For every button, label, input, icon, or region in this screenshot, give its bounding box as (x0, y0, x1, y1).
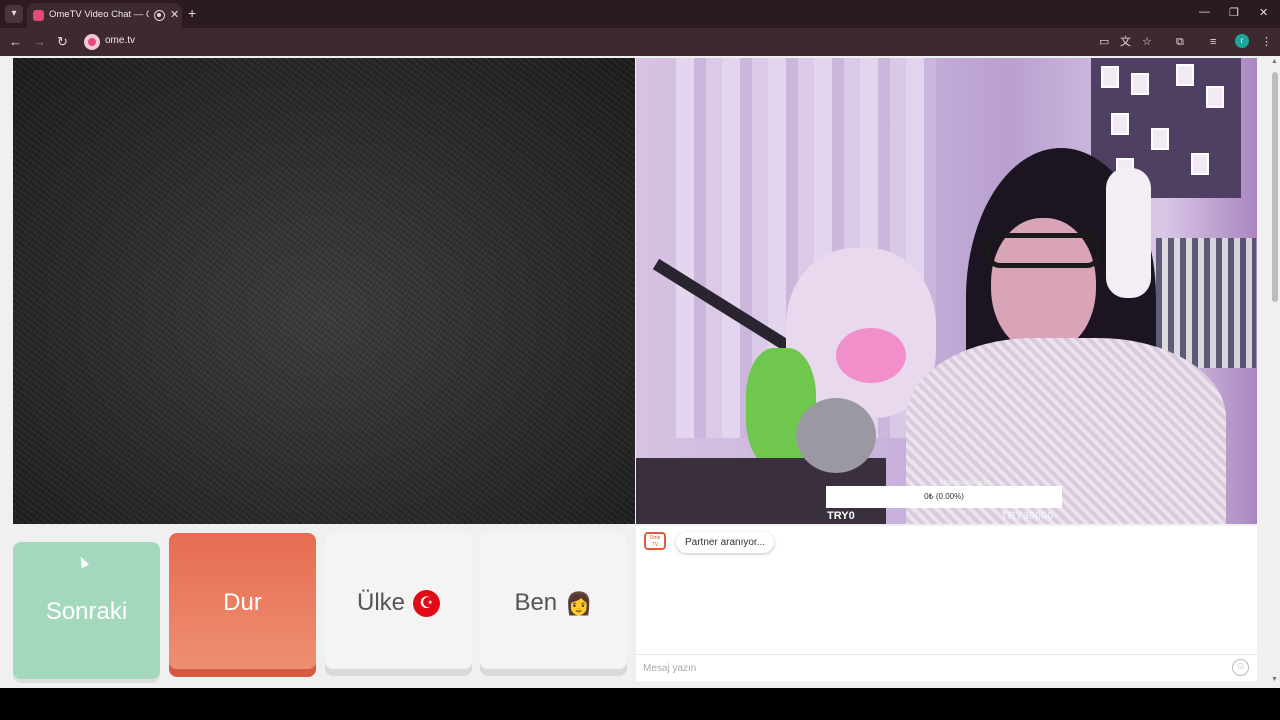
static-noise (13, 58, 635, 524)
cast-icon[interactable]: ▭ (1099, 35, 1109, 49)
translate-icon[interactable]: 文 (1120, 35, 1131, 49)
profile-avatar[interactable]: r (1235, 34, 1249, 48)
me-label: Ben (514, 589, 558, 616)
menu-kebab-icon[interactable]: ⋮ (1261, 35, 1272, 49)
donation-progress-bar: 0₺ (0.00%) (826, 486, 1062, 508)
ometv-logo-icon: Ome TV (644, 532, 666, 550)
media-control-icon[interactable]: ≡ (1210, 35, 1216, 49)
recording-icon (154, 10, 165, 21)
reload-icon[interactable]: ↻ (57, 34, 68, 50)
page-scrollbar[interactable]: ▲ ▼ (1270, 56, 1280, 688)
country-label: Ülke (356, 589, 405, 616)
address-bar[interactable]: ome.tv (80, 31, 1165, 53)
tab-ometv[interactable]: OmeTV Video Chat — Ome ✕ (27, 3, 182, 28)
emoji-icon[interactable]: ☺ (1232, 659, 1249, 676)
local-video-feed (13, 58, 635, 524)
remote-video-feed: Üniversite için 0₺ (0.00%) TRY0 TRY30000 (636, 58, 1257, 524)
browser-toolbar: ← → ↻ ome.tv ▭ 文 ☆ ⧉ ≡ r ⋮ (0, 28, 1280, 56)
microphone (796, 398, 876, 473)
back-icon[interactable]: ← (9, 34, 22, 50)
ometv-favicon-icon (33, 10, 44, 21)
headphones (1106, 168, 1151, 298)
message-input[interactable]: Mesaj yazın ☺ (636, 654, 1257, 681)
scroll-down-icon[interactable]: ▼ (1271, 676, 1278, 683)
tab-list-button[interactable]: ▾ (5, 5, 23, 23)
goal-min-label: TRY0 (827, 510, 855, 522)
message-placeholder: Mesaj yazın (643, 663, 697, 674)
woman-emoji-icon: 👩 (565, 590, 593, 616)
tab-title: OmeTV Video Chat — Ome (49, 9, 149, 20)
minimize-icon[interactable]: — (1199, 6, 1210, 18)
tab-bar: ▾ OmeTV Video Chat — Ome ✕ + — ❐ ✕ (0, 0, 1280, 28)
status-message: Partner aranıyor... (676, 532, 775, 553)
goal-max-label: TRY30000 (1001, 510, 1054, 522)
extensions-icon[interactable]: ⧉ (1176, 35, 1184, 49)
checkered-pillow (1156, 238, 1256, 368)
forward-icon[interactable]: → (33, 34, 46, 50)
ometv-page: Üniversite için 0₺ (0.00%) TRY0 TRY30000… (0, 56, 1280, 688)
country-button[interactable]: Ülke ☪ (325, 533, 472, 669)
stop-button[interactable]: Dur (169, 533, 316, 669)
scroll-up-icon[interactable]: ▲ (1271, 58, 1278, 65)
site-info-icon[interactable] (84, 34, 100, 50)
bookmark-star-icon[interactable]: ☆ (1142, 35, 1152, 49)
me-button[interactable]: Ben 👩 (480, 533, 627, 669)
close-tab-icon[interactable]: ✕ (170, 8, 179, 21)
new-tab-button[interactable]: + (188, 5, 196, 21)
scroll-thumb[interactable] (1272, 72, 1278, 302)
close-window-icon[interactable]: ✕ (1259, 6, 1268, 19)
url-text: ome.tv (105, 35, 136, 46)
turkey-flag-icon: ☪ (413, 590, 440, 618)
restore-icon[interactable]: ❐ (1229, 6, 1239, 19)
glasses (986, 233, 1101, 268)
chat-panel: Ome TV Partner aranıyor... Mesaj yazın ☺ (636, 526, 1257, 681)
